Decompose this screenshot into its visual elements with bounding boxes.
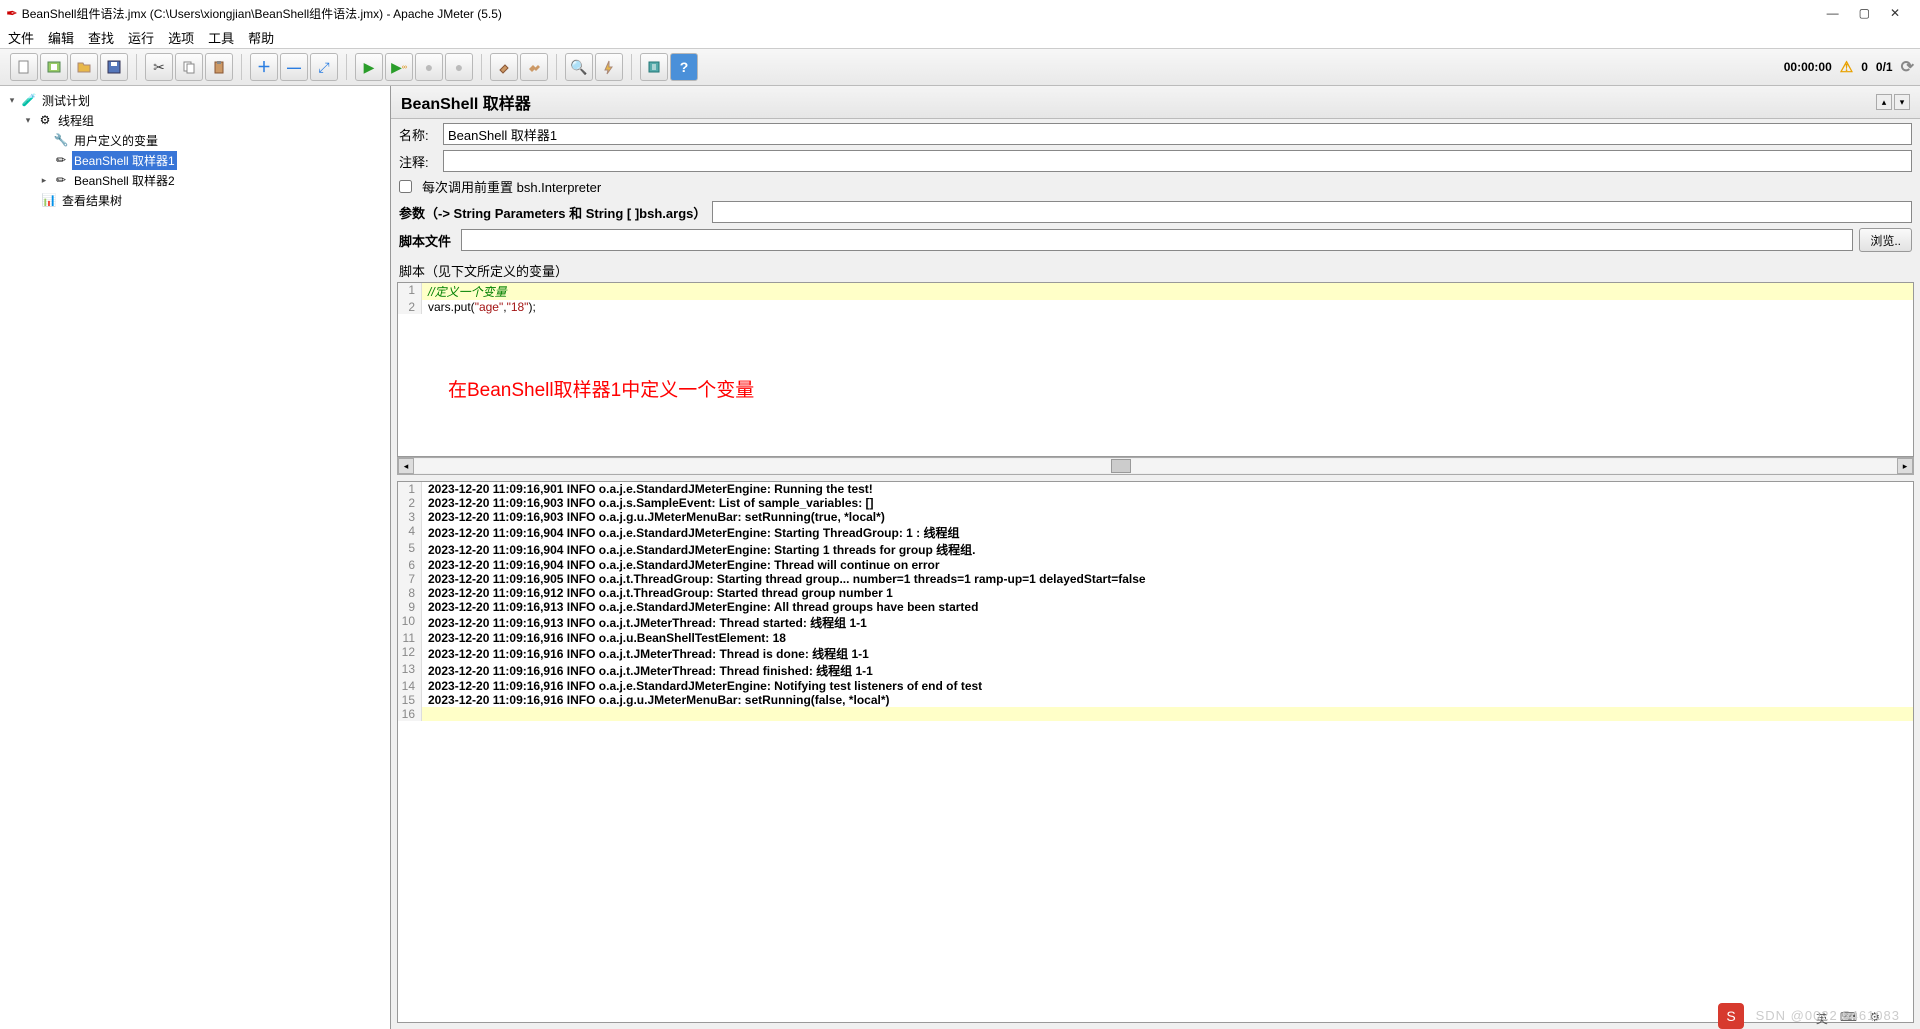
search-button[interactable]: 🔍 [565,53,593,81]
panel-up-button[interactable]: ▴ [1876,94,1892,110]
flask-icon: 🧪 [21,92,37,108]
new-button[interactable] [10,53,38,81]
maximize-button[interactable]: ▢ [1859,6,1870,20]
script-file-input[interactable] [461,229,1853,251]
test-plan-tree[interactable]: ▾ 🧪 测试计划 ▾ ⚙ 线程组 🔧 用户定义的变量 ✏ BeanShell 取… [0,86,391,1029]
warning-icon[interactable]: ⚠ [1840,58,1853,76]
scroll-track[interactable] [414,459,1897,473]
scroll-thumb[interactable] [1111,459,1131,473]
menu-edit[interactable]: 编辑 [48,28,74,47]
tree-node-user-vars[interactable]: 🔧 用户定义的变量 [2,130,388,150]
chart-icon: 📊 [41,192,57,208]
panel-down-button[interactable]: ▾ [1894,94,1910,110]
start-no-pause-button[interactable]: ▶∞ [385,53,413,81]
app-icon: ✒ [6,5,18,22]
parameters-label: 参数（-> String Parameters 和 String [ ]bsh.… [399,203,706,222]
toggle-button[interactable]: ⤢ [310,53,338,81]
reset-interpreter-checkbox[interactable] [399,180,412,193]
log-line: 16 [398,707,1913,721]
menu-file[interactable]: 文件 [8,28,34,47]
warning-count: 0 [1861,60,1868,74]
log-line: 142023-12-20 11:09:16,916 INFO o.a.j.e.S… [398,679,1913,693]
log-panel[interactable]: 12023-12-20 11:09:16,901 INFO o.a.j.e.St… [397,481,1914,1023]
log-line: 112023-12-20 11:09:16,916 INFO o.a.j.u.B… [398,631,1913,645]
log-line: 82023-12-20 11:09:16,912 INFO o.a.j.t.Th… [398,586,1913,600]
close-button[interactable]: ✕ [1890,6,1900,20]
start-button[interactable]: ▶ [355,53,383,81]
name-input[interactable] [443,123,1912,145]
window-title: BeanShell组件语法.jmx (C:\Users\xiongjian\Be… [22,5,1827,22]
function-helper-button[interactable] [595,53,623,81]
expander-icon[interactable]: ▾ [6,95,18,106]
ime-badge: S [1718,1003,1744,1029]
log-line: 62023-12-20 11:09:16,904 INFO o.a.j.e.St… [398,558,1913,572]
expander-icon[interactable]: ▸ [38,175,50,186]
about-button[interactable]: ? [670,53,698,81]
log-line: 12023-12-20 11:09:16,901 INFO o.a.j.e.St… [398,482,1913,496]
reload-icon[interactable]: ⟳ [1901,57,1914,77]
copy-button[interactable] [175,53,203,81]
tree-node-thread-group[interactable]: ▾ ⚙ 线程组 [2,110,388,130]
parameters-input[interactable] [712,201,1912,223]
expander-icon[interactable]: ▾ [22,115,34,126]
tree-node-sampler1[interactable]: ✏ BeanShell 取样器1 [2,150,388,170]
script-area-label: 脚本（见下文所定义的变量） [391,259,1920,282]
toolbar: ✂ ＋ — ⤢ ▶ ▶∞ ● ● 🔍 ? 00:00:00 ⚠ 0 0/1 ⟳ [0,48,1920,86]
browse-button[interactable]: 浏览.. [1859,228,1912,252]
clear-button[interactable] [490,53,518,81]
help-button[interactable] [640,53,668,81]
log-line: 132023-12-20 11:09:16,916 INFO o.a.j.t.J… [398,662,1913,679]
reset-interpreter-label: 每次调用前重置 bsh.Interpreter [422,177,601,196]
menu-help[interactable]: 帮助 [248,28,274,47]
save-button[interactable] [100,53,128,81]
menu-search[interactable]: 查找 [88,28,114,47]
menu-tools[interactable]: 工具 [208,28,234,47]
tree-node-results[interactable]: 📊 查看结果树 [2,190,388,210]
config-panel: BeanShell 取样器 ▴ ▾ 名称: 注释: 每次调用前重置 bsh.In… [391,86,1920,1029]
comment-input[interactable] [443,150,1912,172]
pencil-icon: ✏ [53,172,69,188]
clear-all-button[interactable] [520,53,548,81]
comment-label: 注释: [399,152,437,171]
name-label: 名称: [399,125,437,144]
expand-button[interactable]: ＋ [250,53,278,81]
collapse-button[interactable]: — [280,53,308,81]
horizontal-scrollbar[interactable]: ◂ ▸ [397,457,1914,475]
scroll-right-icon[interactable]: ▸ [1897,458,1913,474]
cut-button[interactable]: ✂ [145,53,173,81]
gear-icon: ⚙ [37,112,53,128]
scroll-left-icon[interactable]: ◂ [398,458,414,474]
log-line: 72023-12-20 11:09:16,905 INFO o.a.j.t.Th… [398,572,1913,586]
menu-options[interactable]: 选项 [168,28,194,47]
log-line: 92023-12-20 11:09:16,913 INFO o.a.j.e.St… [398,600,1913,614]
panel-title: BeanShell 取样器 [401,90,531,114]
log-line: 42023-12-20 11:09:16,904 INFO o.a.j.e.St… [398,524,1913,541]
templates-button[interactable] [40,53,68,81]
log-line: 122023-12-20 11:09:16,916 INFO o.a.j.t.J… [398,645,1913,662]
active-threads: 0/1 [1876,60,1893,74]
annotation-text: 在BeanShell取样器1中定义一个变量 [448,375,754,402]
menubar: 文件 编辑 查找 运行 选项 工具 帮助 [0,26,1920,48]
minimize-button[interactable]: — [1827,6,1839,20]
shutdown-button[interactable]: ● [445,53,473,81]
script-editor[interactable]: 1//定义一个变量 2vars.put("age","18"); 在BeanSh… [397,282,1914,457]
log-line: 32023-12-20 11:09:16,903 INFO o.a.j.g.u.… [398,510,1913,524]
paste-button[interactable] [205,53,233,81]
open-button[interactable] [70,53,98,81]
tree-node-sampler2[interactable]: ▸ ✏ BeanShell 取样器2 [2,170,388,190]
script-file-label: 脚本文件 [399,231,455,250]
elapsed-time: 00:00:00 [1784,60,1832,74]
watermark: SDN @0022 5461083 [1756,1008,1900,1023]
stop-button[interactable]: ● [415,53,443,81]
log-line: 102023-12-20 11:09:16,913 INFO o.a.j.t.J… [398,614,1913,631]
menu-run[interactable]: 运行 [128,28,154,47]
pencil-icon: ✏ [53,152,69,168]
log-line: 22023-12-20 11:09:16,903 INFO o.a.j.s.Sa… [398,496,1913,510]
tree-node-test-plan[interactable]: ▾ 🧪 测试计划 [2,90,388,110]
wrench-icon: 🔧 [53,132,69,148]
window-titlebar: ✒ BeanShell组件语法.jmx (C:\Users\xiongjian\… [0,0,1920,26]
log-line: 152023-12-20 11:09:16,916 INFO o.a.j.g.u… [398,693,1913,707]
log-line: 52023-12-20 11:09:16,904 INFO o.a.j.e.St… [398,541,1913,558]
